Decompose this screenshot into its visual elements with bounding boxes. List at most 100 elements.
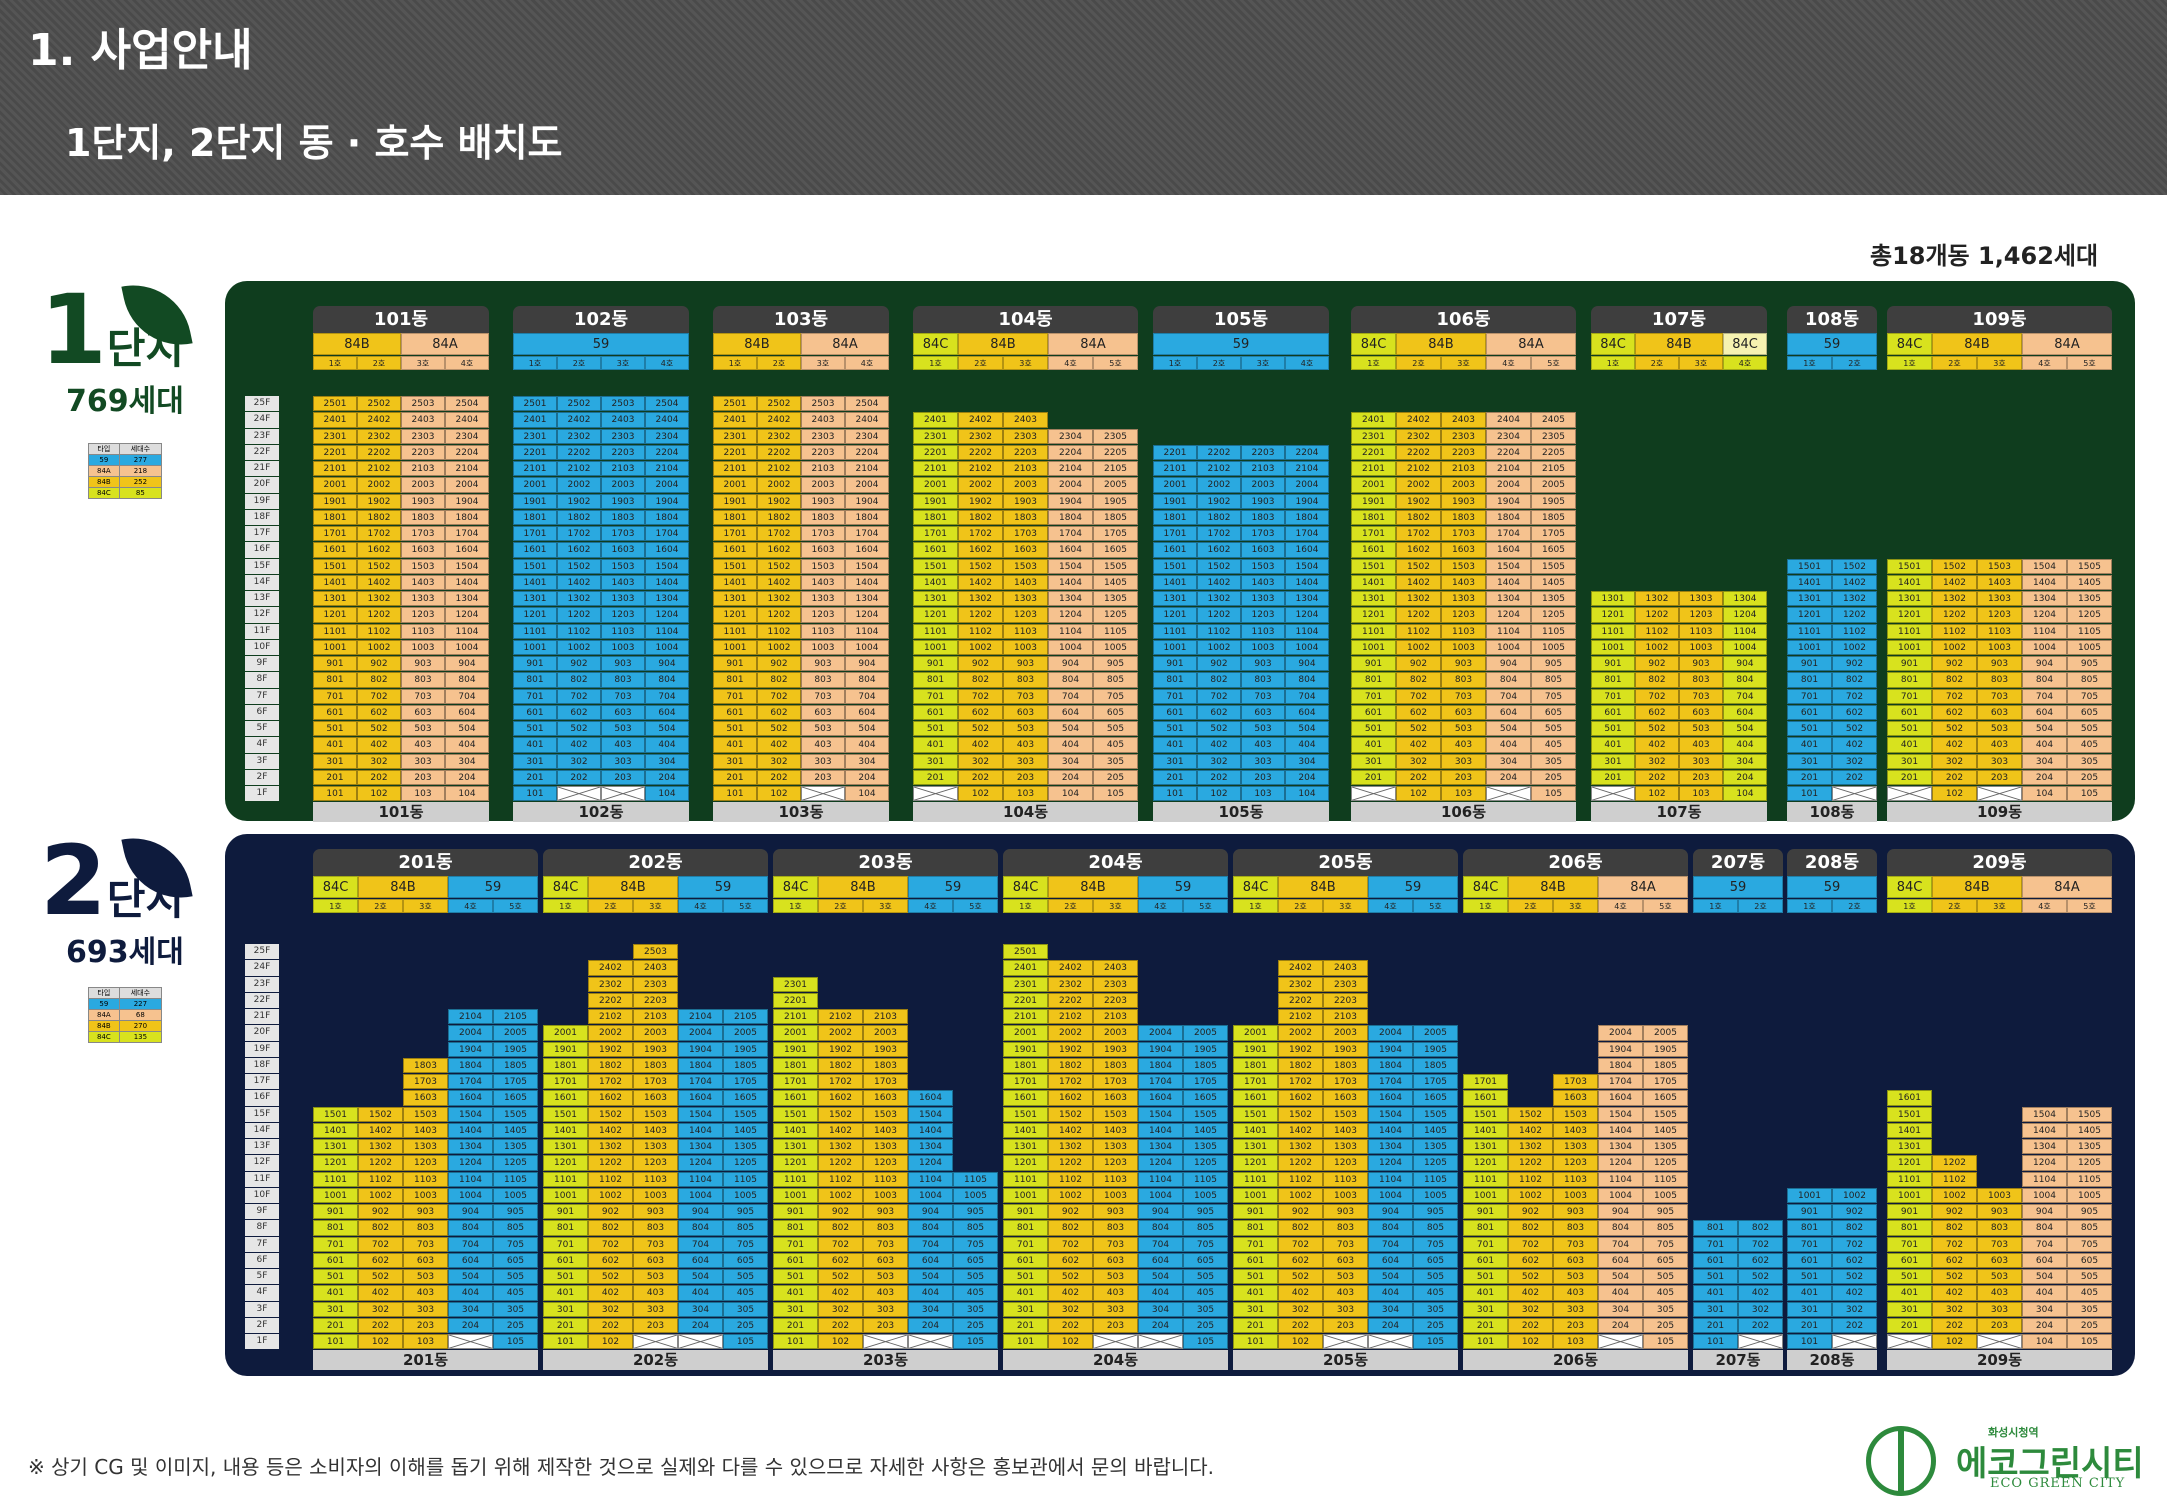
unit-type-label: 84A bbox=[1598, 876, 1688, 898]
unit-cell: 304 bbox=[1285, 753, 1329, 769]
unit-cell: 1604 bbox=[1048, 542, 1093, 558]
unit-cell: 505 bbox=[953, 1269, 998, 1285]
unit-cell: 2004 bbox=[1048, 477, 1093, 493]
unit-cell: 1304 bbox=[908, 1139, 953, 1155]
unit-cell: 1703 bbox=[863, 1074, 908, 1090]
unit-cell: 601 bbox=[1463, 1252, 1508, 1268]
unit-cell: 501 bbox=[1153, 721, 1197, 737]
unit-cell: 603 bbox=[1323, 1252, 1368, 1268]
unit-cell: 1203 bbox=[801, 607, 845, 623]
unit-cell: 2102 bbox=[1197, 461, 1241, 477]
unit-cell: 1505 bbox=[723, 1106, 768, 1122]
unit-cell: 304 bbox=[445, 753, 489, 769]
unit-cell: 2302 bbox=[1396, 428, 1441, 444]
unit-cell: 502 bbox=[818, 1269, 863, 1285]
unit-cell: 1802 bbox=[1396, 509, 1441, 525]
building-108동: 108동 59 1호 2호 101 201 301 401 501 601 701 801 901 100… bbox=[1787, 281, 1877, 823]
unit-cell: 1805 bbox=[1183, 1057, 1228, 1073]
unit-cell: 1302 bbox=[757, 591, 801, 607]
unit-cell: 1202 bbox=[1635, 607, 1679, 623]
unit-cell: 405 bbox=[1531, 737, 1576, 753]
unit-cell: 1402 bbox=[1278, 1122, 1323, 1138]
unit-cell: 1703 bbox=[1093, 1074, 1138, 1090]
unit-cell: 1404 bbox=[678, 1122, 723, 1138]
unit-cell: 1302 bbox=[358, 1139, 403, 1155]
unit-cell: 1505 bbox=[1643, 1106, 1688, 1122]
unit-cell: 402 bbox=[1635, 737, 1679, 753]
unit-cell: 1902 bbox=[557, 493, 601, 509]
unit-cell: 1704 bbox=[1138, 1074, 1183, 1090]
unit-cell: 1502 bbox=[588, 1106, 633, 1122]
unit-cell: 2202 bbox=[357, 444, 401, 460]
unit-cell: 1403 bbox=[403, 1122, 448, 1138]
unit-cell: 401 bbox=[1351, 737, 1396, 753]
unit-cell: 1604 bbox=[1285, 542, 1329, 558]
unit-cell: 1201 bbox=[1233, 1155, 1278, 1171]
unit-cell: 1005 bbox=[1531, 639, 1576, 655]
unit-cell: 1802 bbox=[1197, 509, 1241, 525]
unit-cell: 205 bbox=[2067, 1317, 2112, 1333]
building-header: 105동 bbox=[1153, 306, 1329, 333]
unit-type-label: 59 bbox=[1368, 876, 1458, 898]
unit-cell: 105 bbox=[723, 1334, 768, 1350]
unit-cell: 1003 bbox=[863, 1187, 908, 1203]
unit-cell: 1303 bbox=[1323, 1139, 1368, 1155]
unit-cell: 202 bbox=[1396, 769, 1441, 785]
unit-cell: 1102 bbox=[818, 1171, 863, 1187]
unit-cell: 302 bbox=[1635, 753, 1679, 769]
unit-cell: 1702 bbox=[818, 1074, 863, 1090]
unit-cell: 604 bbox=[645, 704, 689, 720]
unit-cell: 204 bbox=[908, 1317, 953, 1333]
unit-cell: 603 bbox=[1553, 1252, 1598, 1268]
unit-cell: 2403 bbox=[601, 412, 645, 428]
unit-cell: 503 bbox=[1003, 721, 1048, 737]
unit-cell: 1103 bbox=[401, 623, 445, 639]
unit-cell: 1004 bbox=[2022, 1187, 2067, 1203]
unit-cell: 504 bbox=[445, 721, 489, 737]
unit-cell: 2004 bbox=[1486, 477, 1531, 493]
unit-cell: 1502 bbox=[557, 558, 601, 574]
unit-cell: 1404 bbox=[1368, 1122, 1413, 1138]
unit-cell: 2403 bbox=[801, 412, 845, 428]
unit-cell: 301 bbox=[1887, 1301, 1932, 1317]
unit-cell: 1401 bbox=[1887, 1122, 1932, 1138]
unit-cell: 701 bbox=[1591, 688, 1635, 704]
unit-cell: 501 bbox=[513, 721, 557, 737]
unit-cell: 1601 bbox=[773, 1090, 818, 1106]
unit-cell: 802 bbox=[588, 1220, 633, 1236]
unit-cell: 503 bbox=[1977, 1269, 2022, 1285]
unit-cell: 1104 bbox=[1598, 1171, 1643, 1187]
unit-cell: 602 bbox=[1048, 1252, 1093, 1268]
unit-cell: 2105 bbox=[493, 1009, 538, 1025]
unit-cell: 1801 bbox=[913, 509, 958, 525]
unit-cell: 2303 bbox=[1323, 976, 1368, 992]
unit-cell: 1504 bbox=[678, 1106, 723, 1122]
line-label: 3호 bbox=[1977, 899, 2022, 913]
unit-cell: 905 bbox=[1643, 1204, 1688, 1220]
unit-cell: 1001 bbox=[913, 639, 958, 655]
unit-cell: 404 bbox=[1138, 1285, 1183, 1301]
unit-cell: 1102 bbox=[557, 623, 601, 639]
unit-cell: 1105 bbox=[1531, 623, 1576, 639]
legend-count-cell: 252 bbox=[118, 476, 163, 488]
unit-cell: 1101 bbox=[313, 623, 357, 639]
line-label: 5호 bbox=[723, 899, 768, 913]
unit-cell: 1904 bbox=[1048, 493, 1093, 509]
unit-cell: 1504 bbox=[645, 558, 689, 574]
unit-cell: 1202 bbox=[1278, 1155, 1323, 1171]
unit-cell: 804 bbox=[2022, 672, 2067, 688]
legend-row: 59 227 bbox=[88, 998, 163, 1010]
unit-cell: 1904 bbox=[1368, 1041, 1413, 1057]
unit-cell: 1203 bbox=[863, 1155, 908, 1171]
unit-cell: 1702 bbox=[1048, 1074, 1093, 1090]
unit-cell: 1304 bbox=[1285, 591, 1329, 607]
unit-cell: 102 bbox=[358, 1334, 403, 1350]
unit-cell: 603 bbox=[1977, 1252, 2022, 1268]
floor-label: 22F bbox=[245, 992, 279, 1008]
unit-cell: 504 bbox=[2022, 1269, 2067, 1285]
unit-cell: 1602 bbox=[557, 542, 601, 558]
unit-cell: 1901 bbox=[1153, 493, 1197, 509]
unit-cell: 2103 bbox=[601, 461, 645, 477]
unit-cell: 2001 bbox=[1153, 477, 1197, 493]
unit-cell: 1402 bbox=[1197, 574, 1241, 590]
